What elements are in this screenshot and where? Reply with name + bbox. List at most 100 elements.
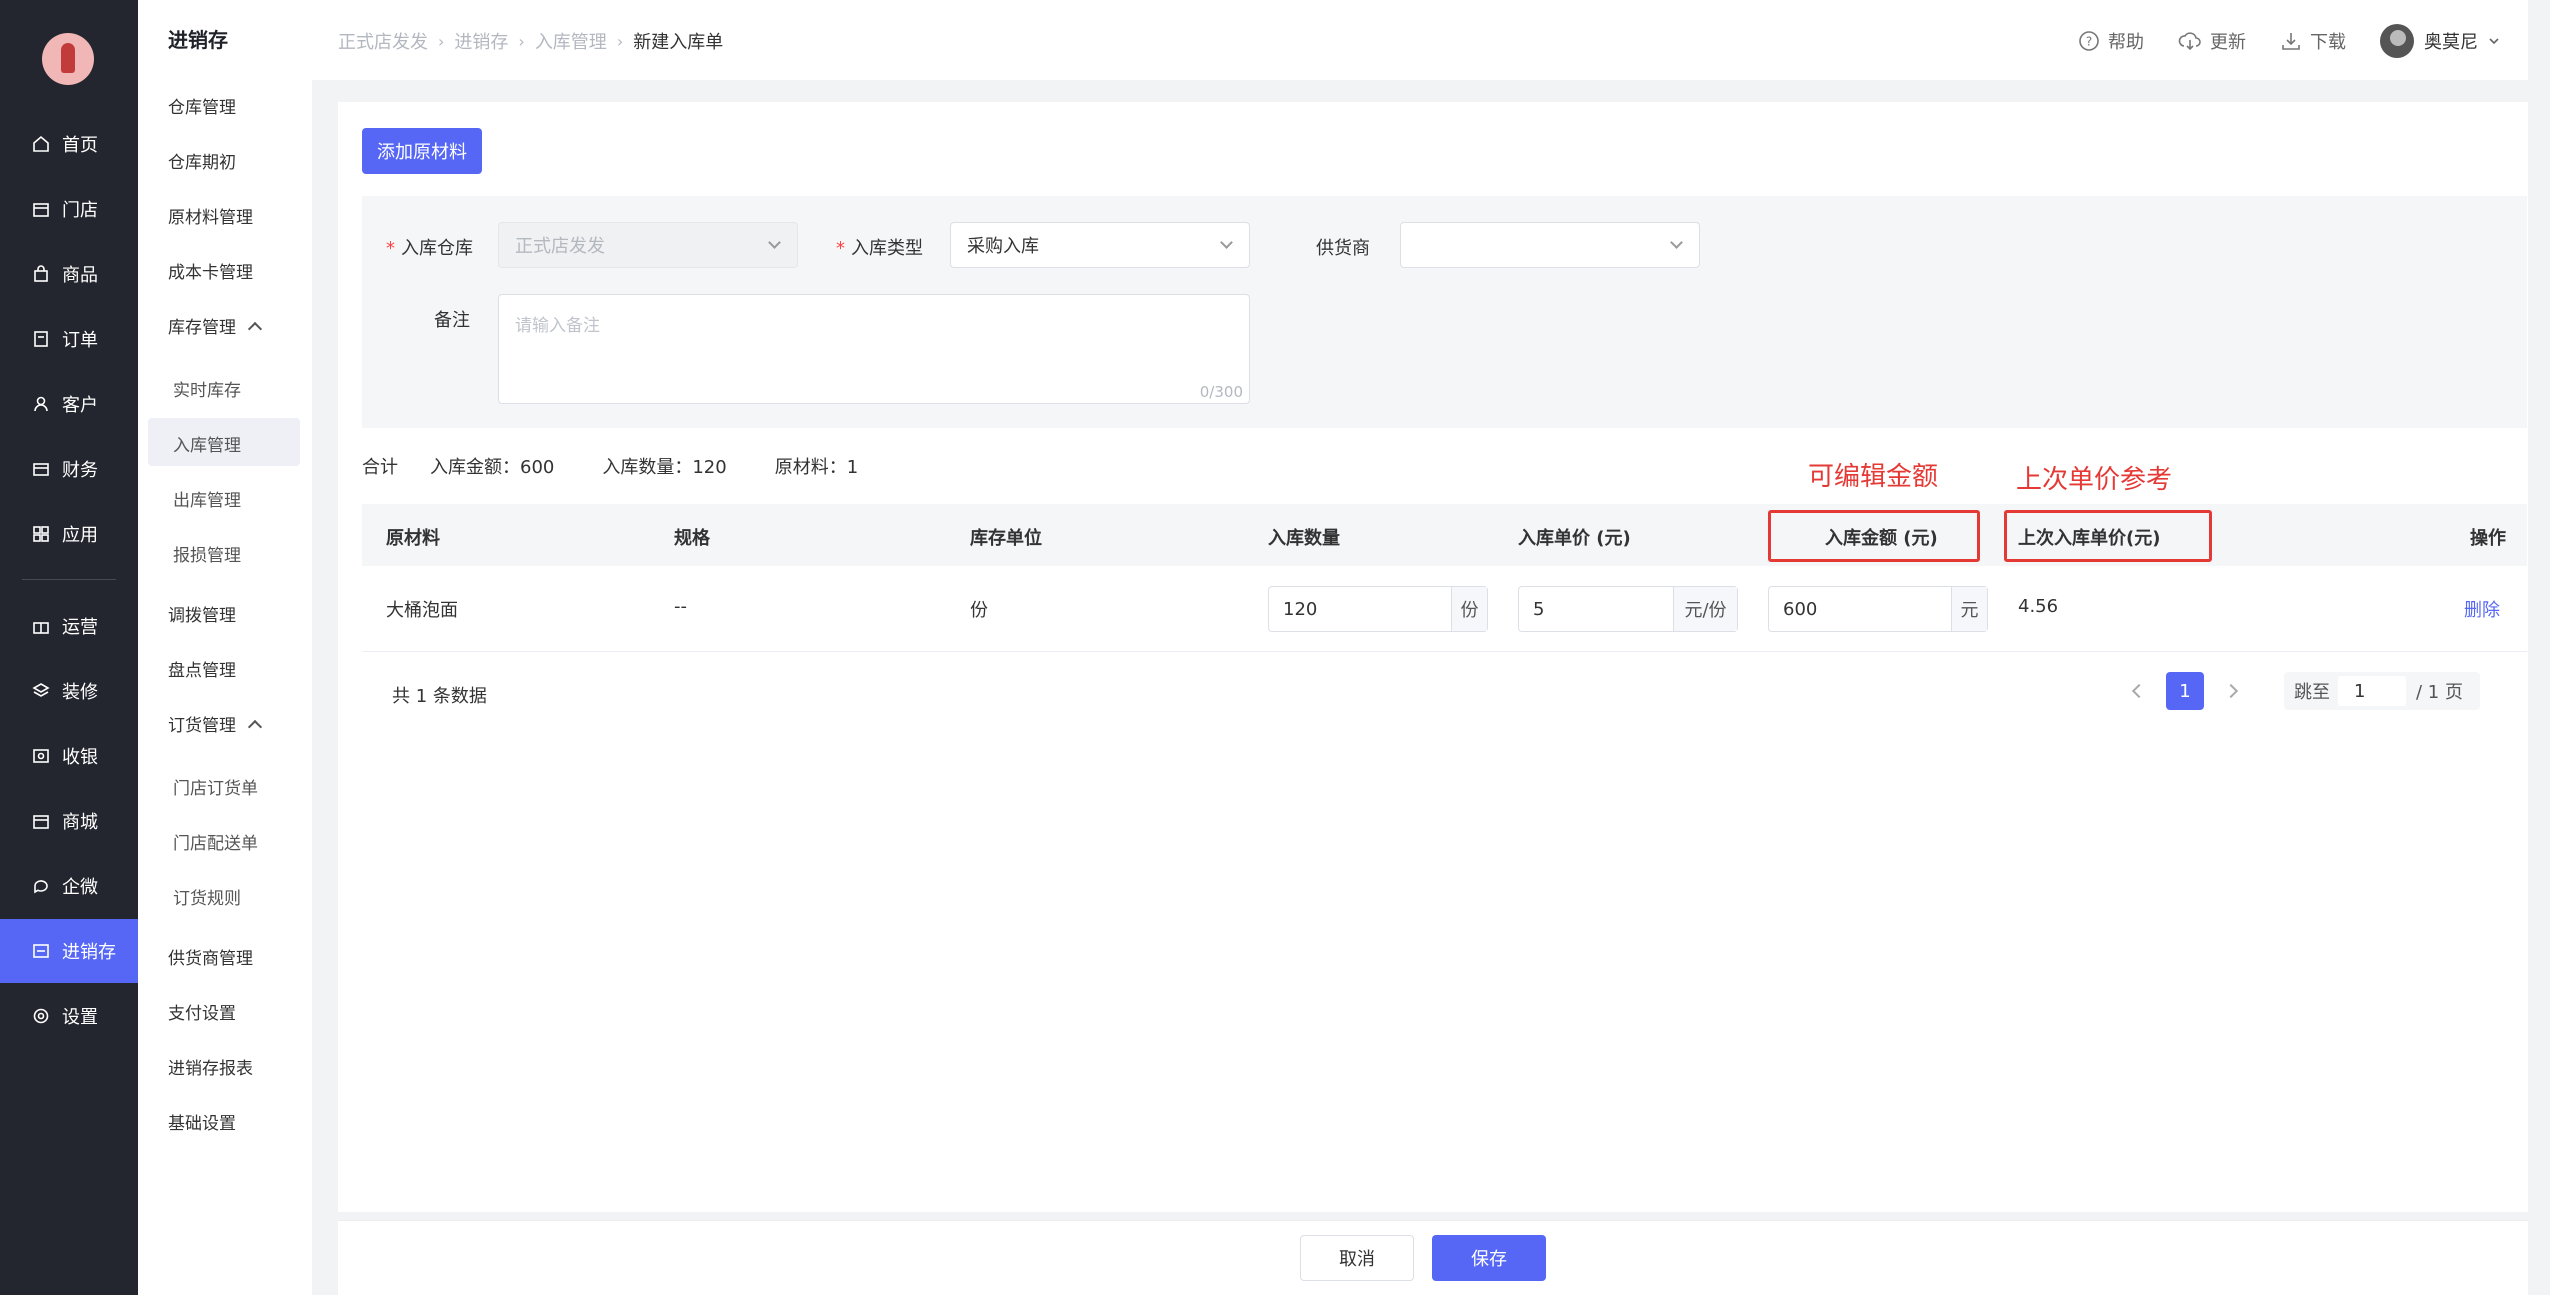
chevron-down-icon: [2489, 38, 2499, 45]
inventory-icon: [30, 940, 52, 962]
nav-item-wecom[interactable]: 企微: [0, 854, 138, 918]
remark-textarea[interactable]: 请输入备注 0/300: [498, 294, 1250, 404]
subnav-item[interactable]: 原材料管理: [168, 203, 253, 228]
prev-page-icon[interactable]: [2131, 683, 2147, 699]
nav-item-customers[interactable]: 客户: [0, 372, 138, 436]
cell-last-price: 4.56: [2018, 596, 2059, 617]
subnav-item[interactable]: 门店配送单: [173, 829, 258, 854]
chat-icon: [30, 875, 52, 897]
qty-input[interactable]: 120 份: [1268, 586, 1488, 632]
subnav-item[interactable]: 仓库期初: [168, 148, 236, 173]
th-material: 原材料: [386, 528, 440, 549]
subnav-item[interactable]: 报损管理: [173, 541, 241, 566]
main-card: 添加原材料 * 入库仓库 正式店发发 * 入库类型 采购入库 供货商 备注 请输入备…: [338, 102, 2528, 1212]
breadcrumb-item[interactable]: 正式店发发: [338, 28, 428, 54]
nav-item-store[interactable]: 门店: [0, 177, 138, 241]
chevron-up-icon: [247, 719, 263, 734]
user-name: 奥莫尼: [2424, 32, 2478, 53]
user-icon: [30, 393, 52, 415]
subnav-item[interactable]: 成本卡管理: [168, 258, 253, 283]
top-tools: ? 帮助 更新 下载 奥莫尼: [2044, 24, 2510, 58]
qty-value: 120: [1283, 598, 1318, 620]
breadcrumb-item[interactable]: 入库管理: [535, 28, 607, 54]
warehouse-value: 正式店发发: [515, 236, 605, 257]
top-bar: 正式店发发 › 进销存 › 入库管理 › 新建入库单 ? 帮助 更新 下载 奥莫尼: [312, 0, 2550, 80]
amount-input[interactable]: 600 元: [1768, 586, 1988, 632]
subnav-item[interactable]: 进销存报表: [168, 1054, 253, 1079]
apps-icon: [30, 523, 52, 545]
delete-link[interactable]: 删除: [2464, 596, 2500, 622]
pagination: 1: [2131, 672, 2239, 710]
subnav-item[interactable]: 出库管理: [173, 486, 241, 511]
cancel-button[interactable]: 取消: [1300, 1235, 1414, 1281]
save-button[interactable]: 保存: [1432, 1235, 1546, 1281]
subnav-item[interactable]: 仓库管理: [168, 93, 236, 118]
nav-item-operations[interactable]: 运营: [0, 594, 138, 658]
th-unit: 库存单位: [970, 528, 1042, 549]
cloud-download-icon: [2178, 32, 2201, 51]
nav-item-cashier[interactable]: 收银: [0, 724, 138, 788]
nav-label: 财务: [62, 460, 98, 481]
nav-label: 设置: [62, 1007, 98, 1028]
subnav-item[interactable]: 支付设置: [168, 999, 236, 1024]
page-total: / 1 页: [2416, 682, 2463, 703]
user-menu[interactable]: 奥莫尼: [2380, 24, 2510, 58]
add-material-button[interactable]: 添加原材料: [362, 128, 482, 174]
download-label: 下载: [2310, 32, 2346, 53]
nav-item-settings[interactable]: 设置: [0, 984, 138, 1048]
breadcrumb-item[interactable]: 进销存: [454, 28, 508, 54]
subnav-item[interactable]: 调拨管理: [168, 601, 236, 626]
summary-materials: 原材料：1: [774, 457, 859, 478]
nav-item-orders[interactable]: 订单: [0, 307, 138, 371]
bag-icon: [30, 263, 52, 285]
download-button[interactable]: 下载: [2280, 28, 2346, 54]
subnav-item[interactable]: 基础设置: [168, 1109, 236, 1134]
subnav-item[interactable]: 门店订货单: [173, 774, 258, 799]
subnav-item-active[interactable]: 入库管理: [173, 431, 241, 456]
jump-input[interactable]: 1: [2338, 676, 2406, 706]
next-page-icon[interactable]: [2223, 683, 2239, 699]
nav-label: 商城: [62, 812, 98, 833]
nav-item-home[interactable]: 首页: [0, 112, 138, 176]
remark-char-count: 0/300: [1199, 383, 1243, 401]
price-value: 5: [1533, 598, 1545, 620]
update-button[interactable]: 更新: [2178, 28, 2246, 54]
brand-logo[interactable]: [42, 33, 94, 85]
nav-item-goods[interactable]: 商品: [0, 242, 138, 306]
nav-label: 门店: [62, 200, 98, 221]
summary-qty: 入库数量：120: [602, 457, 727, 478]
chevron-down-icon: [1220, 236, 1233, 249]
nav-label: 收银: [62, 747, 98, 768]
price-input[interactable]: 5 元/份: [1518, 586, 1738, 632]
nav-item-finance[interactable]: 财务: [0, 437, 138, 501]
nav-item-decoration[interactable]: 装修: [0, 659, 138, 723]
nav-item-inventory[interactable]: 进销存: [0, 919, 138, 983]
supplier-select[interactable]: [1400, 222, 1700, 268]
subnav-item[interactable]: 订货规则: [173, 884, 241, 909]
subnav-item[interactable]: 盘点管理: [168, 656, 236, 681]
chevron-right-icon: ›: [616, 31, 624, 51]
help-button[interactable]: ? 帮助: [2078, 28, 2144, 54]
type-select[interactable]: 采购入库: [950, 222, 1250, 268]
subnav-item[interactable]: 实时库存: [173, 376, 241, 401]
total-count: 共 1 条数据: [392, 686, 487, 707]
subnav-group-stock[interactable]: 库存管理: [168, 313, 263, 338]
chevron-down-icon: [1670, 236, 1683, 249]
order-icon: [30, 328, 52, 350]
help-icon: ?: [2079, 31, 2099, 51]
breadcrumb-current: 新建入库单: [633, 32, 724, 53]
nav-item-mall[interactable]: 商城: [0, 789, 138, 853]
highlight-amount-column: [1768, 510, 1980, 562]
jump-label: 跳至: [2294, 682, 2330, 703]
subnav-group-ordering[interactable]: 订货管理: [168, 711, 263, 736]
nav-label: 客户: [62, 395, 98, 416]
cell-material: 大桶泡面: [386, 600, 458, 621]
subnav-group-label: 订货管理: [168, 716, 236, 736]
page-number-current[interactable]: 1: [2166, 672, 2204, 710]
update-label: 更新: [2210, 32, 2246, 53]
warehouse-select: 正式店发发: [498, 222, 798, 268]
chevron-right-icon: ›: [438, 31, 445, 51]
subnav-item[interactable]: 供货商管理: [168, 944, 253, 969]
nav-label: 订单: [62, 330, 98, 351]
nav-item-apps[interactable]: 应用: [0, 502, 138, 566]
